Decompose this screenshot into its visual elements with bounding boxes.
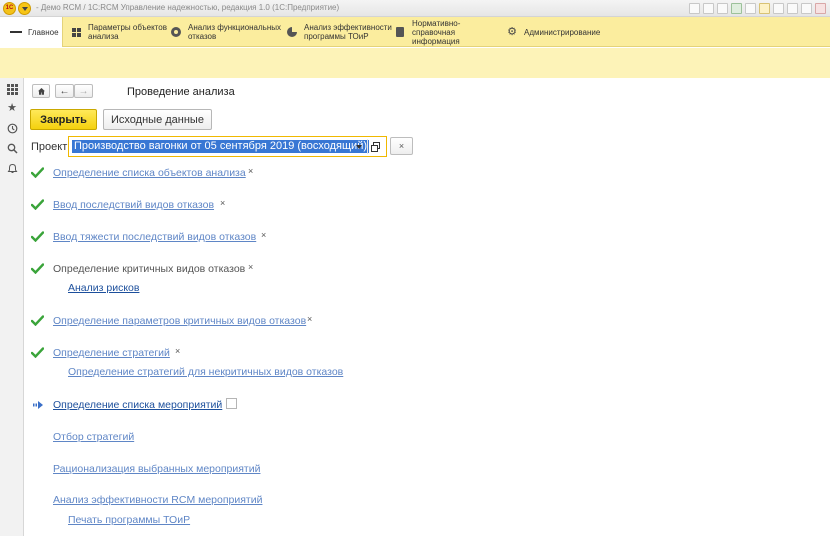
favorites-star-icon[interactable]: ★	[6, 102, 18, 114]
print-program-link[interactable]: Печать программы ТОиР	[68, 514, 190, 526]
step-critical-failures: Определение критичных видов отказов	[53, 263, 246, 275]
noncritical-strategies-link[interactable]: Определение стратегий для некритичных ви…	[68, 366, 343, 378]
print-icon[interactable]	[703, 3, 714, 14]
project-label: Проект:	[31, 141, 71, 153]
target-icon	[170, 26, 182, 38]
section-label: Параметры объектов анализа	[88, 23, 167, 41]
section-efficiency-analysis[interactable]: Анализ эффективности программы ТОиР	[286, 17, 394, 47]
section-reference-info[interactable]: Нормативно-справочная информация	[394, 17, 500, 47]
step-link-activities[interactable]: Определение списка мероприятий	[53, 399, 222, 411]
home-button[interactable]	[32, 84, 50, 98]
page-title: Проведение анализа	[127, 86, 235, 98]
section-label: Администрирование	[524, 27, 601, 37]
remove-icon[interactable]: ×	[261, 230, 266, 240]
open-item-icon[interactable]	[367, 139, 382, 154]
remove-icon[interactable]: ×	[307, 314, 312, 324]
remove-icon[interactable]: ×	[248, 262, 253, 272]
remove-icon[interactable]: ×	[220, 198, 225, 208]
section-label: Анализ функциональных отказов	[188, 23, 282, 41]
current-step-arrow-icon	[33, 401, 43, 409]
calculator-icon[interactable]	[745, 3, 756, 14]
bell-icon[interactable]	[6, 162, 18, 174]
project-value[interactable]: Производство вагонки от 05 сентября 2019…	[72, 140, 370, 153]
step-link-consequences[interactable]: Ввод последствий видов отказов	[53, 199, 214, 211]
calendar-icon[interactable]	[717, 3, 728, 14]
info-icon[interactable]	[773, 3, 784, 14]
project-field[interactable]: Производство вагонки от 05 сентября 2019…	[68, 136, 387, 157]
gear-icon: ⚙	[507, 25, 517, 38]
main-content: ← → Проведение анализа Закрыть Исходные …	[25, 78, 830, 536]
maximize-icon[interactable]	[801, 3, 812, 14]
pie-chart-icon	[286, 26, 298, 38]
close-window-icon[interactable]	[815, 3, 826, 14]
close-button[interactable]: Закрыть	[30, 109, 97, 130]
check-icon	[31, 167, 44, 178]
section-object-params[interactable]: Параметры объектов анализа	[70, 17, 168, 47]
section-label: Нормативно-справочная информация	[412, 18, 461, 46]
check-icon	[31, 263, 44, 274]
notification-icon[interactable]	[759, 3, 770, 14]
step-link-critical-params[interactable]: Определение параметров критичных видов о…	[53, 315, 306, 327]
arrow-right-icon: →	[78, 85, 89, 97]
step-link-rationalization[interactable]: Рационализация выбранных мероприятий	[53, 463, 260, 475]
history-icon[interactable]	[6, 122, 18, 134]
left-toolbar: ★	[0, 78, 24, 536]
step-link-severity[interactable]: Ввод тяжести последствий видов отказов	[53, 231, 256, 243]
check-icon	[31, 347, 44, 358]
check-icon	[31, 315, 44, 326]
section-label: Анализ эффективности программы ТОиР	[304, 23, 392, 41]
dropdown-arrow-icon[interactable]	[352, 139, 366, 154]
sections-panel: Главное Параметры объектов анализа Анали…	[0, 17, 830, 47]
subsection-panel	[0, 48, 830, 78]
minimize-icon[interactable]	[787, 3, 798, 14]
step-link-efficiency[interactable]: Анализ эффективности RCM мероприятий	[53, 494, 262, 506]
step-checkbox[interactable]	[226, 398, 237, 409]
menu-icon	[10, 26, 22, 38]
forward-button[interactable]: →	[74, 84, 93, 98]
step-link-strategies[interactable]: Определение стратегий	[53, 347, 170, 359]
window-title: - Демо RCM / 1С:RCM Управление надежност…	[36, 3, 340, 12]
grid-icon	[70, 26, 82, 38]
back-button[interactable]: ←	[55, 84, 74, 98]
chart-icon[interactable]	[731, 3, 742, 14]
title-bar-tools	[689, 3, 826, 14]
check-icon	[31, 199, 44, 210]
check-icon	[31, 231, 44, 242]
section-administration[interactable]: ⚙ Администрирование	[506, 17, 600, 47]
section-label: Главное	[28, 27, 59, 37]
step-link-strategy-selection[interactable]: Отбор стратегий	[53, 431, 134, 443]
arrow-left-icon: ←	[59, 85, 70, 97]
step-link-objects-list[interactable]: Определение списка объектов анализа	[53, 167, 246, 179]
title-bar: 1С - Демо RCM / 1С:RCM Управление надежн…	[0, 0, 830, 17]
remove-icon[interactable]: ×	[248, 166, 253, 176]
remove-icon[interactable]: ×	[175, 346, 180, 356]
clear-project-button[interactable]: ×	[390, 137, 413, 155]
save-icon[interactable]	[689, 3, 700, 14]
risk-analysis-link[interactable]: Анализ рисков	[68, 282, 139, 294]
app-logo-icon: 1С	[3, 2, 16, 15]
book-icon	[394, 26, 406, 38]
search-icon[interactable]	[6, 142, 18, 154]
section-main[interactable]: Главное	[0, 17, 63, 47]
home-icon	[37, 87, 45, 95]
section-failure-analysis[interactable]: Анализ функциональных отказов	[170, 17, 282, 47]
main-menu-icon[interactable]	[18, 2, 31, 15]
source-data-button[interactable]: Исходные данные	[103, 109, 212, 130]
apps-grid-icon[interactable]	[6, 83, 18, 95]
